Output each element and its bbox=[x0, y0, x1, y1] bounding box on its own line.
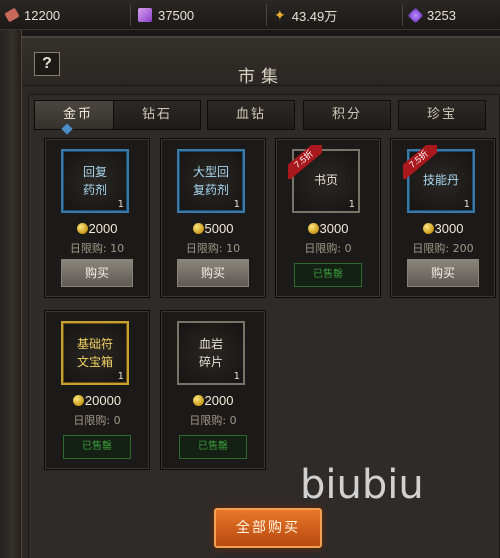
item-quantity: 1 bbox=[348, 199, 355, 210]
item-name: 大型回 复药剂 bbox=[192, 165, 229, 197]
item-slot[interactable]: 回复 药剂 1 bbox=[61, 149, 129, 213]
currency-ticket[interactable]: 12200 bbox=[4, 0, 61, 30]
purple-gem-icon bbox=[407, 7, 424, 23]
currency-crystal[interactable]: 37500 bbox=[138, 0, 194, 30]
buy-button[interactable]: 购买 bbox=[177, 259, 249, 287]
shop-item-card: 书页 1 7.5折 3000 日限购: 0 已售罄 bbox=[275, 138, 381, 298]
discount-badge: 7.5折 bbox=[288, 145, 322, 179]
item-name: 基础符 文宝箱 bbox=[76, 337, 113, 369]
item-quantity: 1 bbox=[233, 371, 240, 382]
item-name: 回复 药剂 bbox=[82, 165, 107, 197]
daily-limit: 日限购: 0 bbox=[73, 414, 121, 427]
left-ornament-border bbox=[0, 30, 22, 558]
gold-coin-icon bbox=[422, 223, 434, 234]
buy-button[interactable]: 购买 bbox=[407, 259, 479, 287]
shop-item-card: 回复 药剂 1 2000 日限购: 10 购买 bbox=[44, 138, 150, 298]
gold-coin-icon bbox=[76, 223, 88, 234]
tab-points[interactable]: 积分 bbox=[303, 100, 391, 130]
item-slot[interactable]: 大型回 复药剂 1 bbox=[177, 149, 245, 213]
sold-out-label: 已售罄 bbox=[294, 263, 362, 287]
item-price: 20000 bbox=[45, 393, 149, 408]
discount-badge: 7.5折 bbox=[403, 145, 437, 179]
ticket-icon bbox=[4, 7, 20, 23]
currency-gold[interactable]: ✦ 43.49万 bbox=[274, 0, 337, 30]
item-price: 5000 bbox=[161, 221, 265, 236]
tab-gold[interactable]: 金币 bbox=[34, 100, 122, 130]
panel-header: ? 市集 bbox=[22, 38, 500, 87]
divider bbox=[266, 4, 267, 26]
currency-value: 3253 bbox=[427, 7, 456, 23]
currency-bar: 12200 37500 ✦ 43.49万 3253 bbox=[0, 0, 500, 30]
sold-out-label: 已售罄 bbox=[179, 435, 247, 459]
sold-out-label: 已售罄 bbox=[63, 435, 131, 459]
tab-blood-diamond[interactable]: 血钻 bbox=[207, 100, 295, 130]
page-title: 市集 bbox=[238, 67, 284, 87]
item-slot[interactable]: 基础符 文宝箱 1 bbox=[61, 321, 129, 385]
item-price: 2000 bbox=[45, 221, 149, 236]
daily-limit: 日限购: 0 bbox=[189, 414, 237, 427]
currency-gem[interactable]: 3253 bbox=[407, 0, 456, 30]
gold-coin-icon bbox=[192, 395, 204, 406]
divider bbox=[402, 4, 403, 26]
shop-item-card: 大型回 复药剂 1 5000 日限购: 10 购买 bbox=[160, 138, 266, 298]
currency-value: 12200 bbox=[24, 7, 61, 23]
item-price: 2000 bbox=[161, 393, 265, 408]
item-price: 3000 bbox=[276, 221, 380, 236]
buy-all-button[interactable]: 全部购买 bbox=[214, 508, 322, 548]
tab-treasure[interactable]: 珍宝 bbox=[398, 100, 486, 130]
gold-star-icon: ✦ bbox=[274, 7, 286, 23]
item-quantity: 1 bbox=[463, 199, 470, 210]
daily-limit: 日限购: 10 bbox=[185, 242, 241, 255]
currency-value: 43.49万 bbox=[291, 8, 338, 24]
gold-coin-icon bbox=[192, 223, 204, 234]
item-slot[interactable]: 血岩 碎片 1 bbox=[177, 321, 245, 385]
gold-coin-icon bbox=[72, 395, 84, 406]
item-quantity: 1 bbox=[117, 371, 124, 382]
daily-limit: 日限购: 200 bbox=[412, 242, 474, 255]
item-quantity: 1 bbox=[233, 199, 240, 210]
shop-item-card: 基础符 文宝箱 1 20000 日限购: 0 已售罄 bbox=[44, 310, 150, 470]
currency-value: 37500 bbox=[158, 7, 195, 23]
buy-button[interactable]: 购买 bbox=[61, 259, 133, 287]
divider bbox=[130, 4, 131, 26]
daily-limit: 日限购: 10 bbox=[69, 242, 125, 255]
item-name: 血岩 碎片 bbox=[198, 337, 223, 369]
shop-item-card: 血岩 碎片 1 2000 日限购: 0 已售罄 bbox=[160, 310, 266, 470]
item-price: 3000 bbox=[391, 221, 495, 236]
gold-coin-icon bbox=[307, 223, 319, 234]
tab-diamond[interactable]: 钻石 bbox=[113, 100, 201, 130]
crystal-feather-icon bbox=[138, 8, 152, 22]
watermark: biubiu bbox=[300, 462, 424, 508]
shop-item-card: 技能丹 1 7.5折 3000 日限购: 200 购买 bbox=[390, 138, 496, 298]
item-quantity: 1 bbox=[117, 199, 124, 210]
daily-limit: 日限购: 0 bbox=[304, 242, 352, 255]
